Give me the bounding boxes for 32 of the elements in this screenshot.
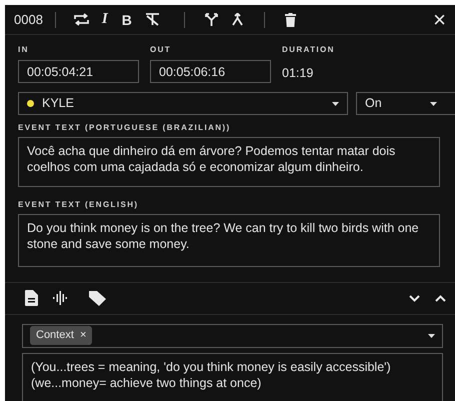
split-icon[interactable] [204,13,218,26]
dropdown-caret-icon [430,102,437,106]
chevron-down-icon[interactable] [409,294,420,302]
tag-chip[interactable]: Context × [30,326,92,345]
merge-icon[interactable] [230,13,244,26]
timecode-field[interactable]: 00:05:04:21 [18,60,139,83]
timecode-field[interactable]: 00:05:06:16 [150,60,271,83]
event-text-field[interactable]: Do you think money is on the tree? We can try to kill two birds with one stone and save some money. [18,214,440,267]
repeat-icon[interactable] [74,13,89,26]
document-icon[interactable] [25,290,38,306]
tag-icon[interactable] [89,290,106,306]
chevron-up-icon[interactable] [435,294,446,302]
bold-button[interactable]: B [114,12,139,26]
trash-icon[interactable] [284,12,296,26]
clear-format-icon[interactable] [144,13,160,26]
dropdown-caret-icon [332,102,339,106]
tag-select[interactable]: Context × [22,324,443,348]
dropdown-caret-icon [428,334,435,338]
waveform-icon[interactable] [53,291,67,305]
field-label: IN [18,44,30,56]
italic-button[interactable]: I [94,12,115,27]
close-button[interactable]: × [426,8,453,30]
field-label: EVENT TEXT (PORTUGUESE (BRAZILIAN)) [18,122,232,134]
duration-value: 01:19 [282,65,314,82]
field-label: EVENT TEXT (ENGLISH) [18,198,140,211]
field-label: DURATION [282,44,336,56]
field-label: OUT [150,44,172,56]
status-select[interactable]: On [356,92,455,115]
event-text-field[interactable]: Você acha que dinheiro dá em árvore? Podemos tentar matar dois coelhos com uma cajadada só e economizar algum dinheiro. [18,137,440,187]
speaker-select[interactable]: KYLE [18,92,348,115]
note-field[interactable]: (You...trees = meaning, 'do you think money is easily accessible') (we...money= achieve two things at once) [22,352,443,401]
event-number: 0008 [14,10,43,29]
